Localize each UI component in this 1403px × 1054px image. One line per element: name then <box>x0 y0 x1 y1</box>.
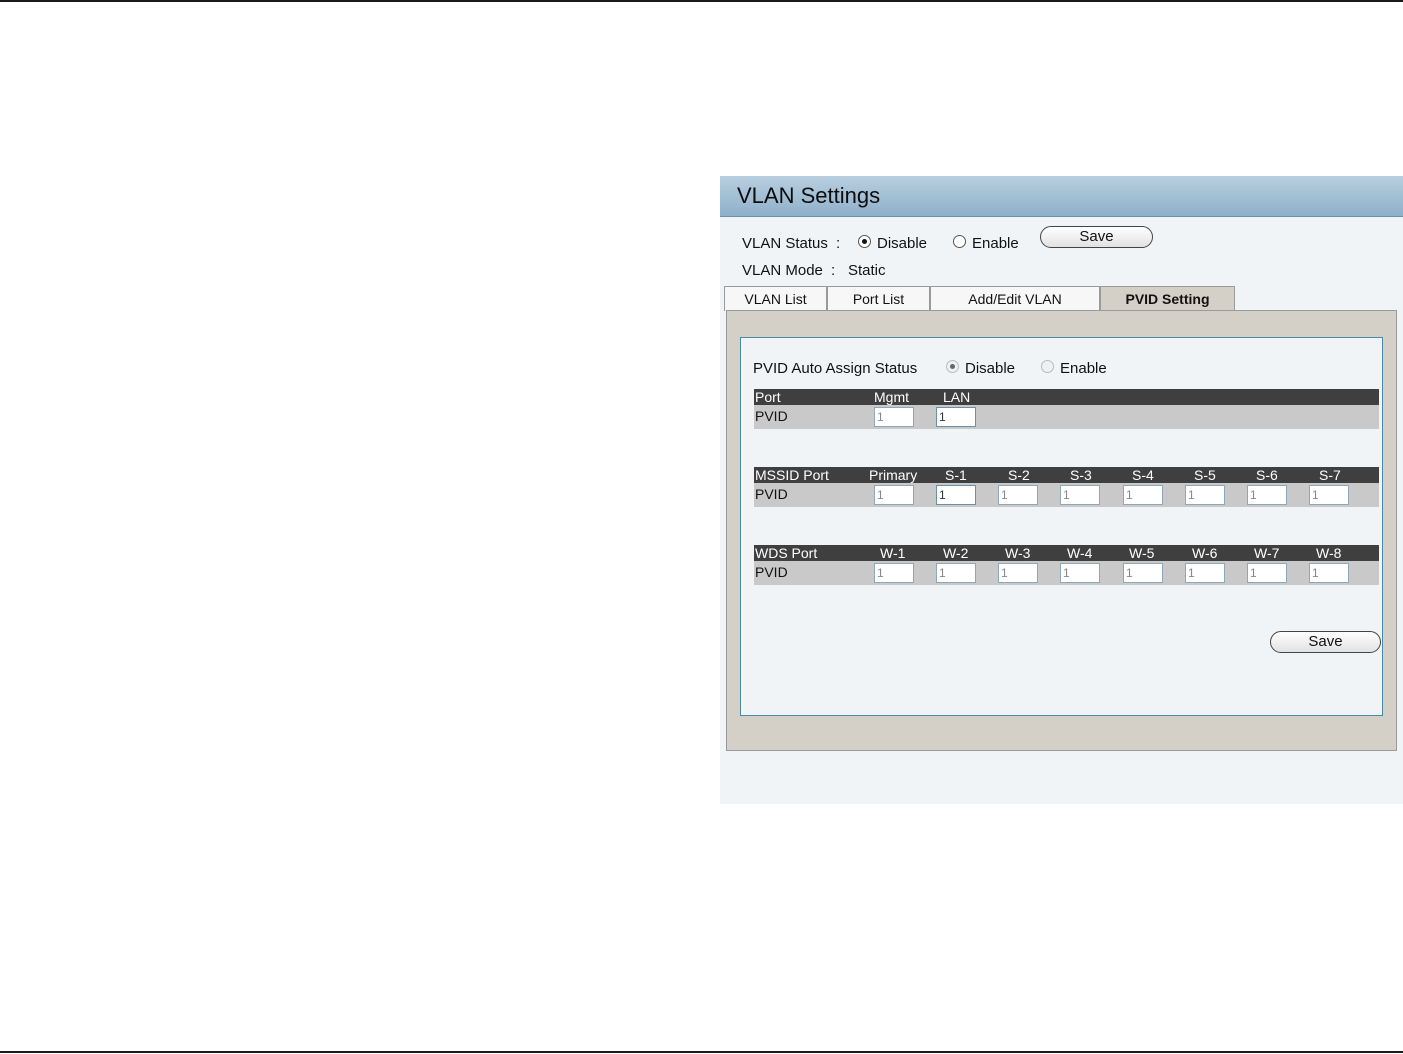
header-w8: W-8 <box>1316 545 1342 561</box>
port-table-pvid-row: PVID <box>754 405 1379 429</box>
mssid-table-header: MSSID Port Primary S-1 S-2 S-3 S-4 S-5 S… <box>754 467 1379 483</box>
tab-pvid-setting[interactable]: PVID Setting <box>1100 286 1235 311</box>
pvid-s1-input[interactable] <box>936 485 976 505</box>
header-s1: S-1 <box>945 467 967 483</box>
header-mgmt: Mgmt <box>874 389 909 405</box>
header-s3: S-3 <box>1070 467 1092 483</box>
pvid-s5-input[interactable] <box>1185 485 1225 505</box>
vlan-mode-label: VLAN Mode <box>742 262 823 279</box>
vlan-status-sep: : <box>836 235 841 252</box>
header-primary: Primary <box>869 467 918 483</box>
header-w2: W-2 <box>943 545 969 561</box>
pvid-row-label: PVID <box>755 408 788 424</box>
pvid-s4-input[interactable] <box>1123 485 1163 505</box>
pvid-setting-tab-body: PVID Auto Assign Status Disable Enable P… <box>726 310 1397 751</box>
tab-add-edit-vlan[interactable]: Add/Edit VLAN <box>930 286 1100 311</box>
pvid-auto-enable-radio[interactable] <box>1041 360 1054 373</box>
header-wds-port: WDS Port <box>755 545 818 561</box>
pvid-primary-input[interactable] <box>874 485 914 505</box>
pvid-auto-disable-radio[interactable] <box>946 360 959 373</box>
header-w6: W-6 <box>1192 545 1218 561</box>
header-port: Port <box>755 389 781 405</box>
pvid-s2-input[interactable] <box>998 485 1038 505</box>
pvid-w8-input[interactable] <box>1309 563 1349 583</box>
pvid-w3-input[interactable] <box>998 563 1038 583</box>
mssid-pvid-table: MSSID Port Primary S-1 S-2 S-3 S-4 S-5 S… <box>754 467 1379 507</box>
pvid-auto-assign-label: PVID Auto Assign Status <box>753 360 918 377</box>
pvid-row-label: PVID <box>755 486 788 502</box>
pvid-settings-box: PVID Auto Assign Status Disable Enable P… <box>740 337 1383 716</box>
vlan-status-save-button[interactable]: Save <box>1040 226 1153 248</box>
vlan-settings-panel: VLAN Settings VLAN Status : Disable Enab… <box>720 176 1403 804</box>
header-s5: S-5 <box>1194 467 1216 483</box>
pvid-row-label: PVID <box>755 564 788 580</box>
vlan-mode-value: Static <box>848 262 886 279</box>
tab-vlan-list[interactable]: VLAN List <box>724 286 827 311</box>
pvid-s3-input[interactable] <box>1060 485 1100 505</box>
wds-table-pvid-row: PVID <box>754 561 1379 585</box>
vlan-status-disable-label: Disable <box>877 235 928 252</box>
vlan-mode-sep: : <box>831 262 836 279</box>
header-mssid-port: MSSID Port <box>755 467 829 483</box>
pvid-s7-input[interactable] <box>1309 485 1349 505</box>
pvid-w1-input[interactable] <box>874 563 914 583</box>
vlan-status-enable-label: Enable <box>972 235 1019 252</box>
top-rule <box>0 0 1403 2</box>
pvid-s6-input[interactable] <box>1247 485 1287 505</box>
pvid-w2-input[interactable] <box>936 563 976 583</box>
header-s7: S-7 <box>1319 467 1341 483</box>
vlan-status-enable-radio[interactable] <box>953 235 966 248</box>
pvid-save-button[interactable]: Save <box>1270 631 1381 653</box>
header-s6: S-6 <box>1256 467 1278 483</box>
header-lan: LAN <box>943 389 971 405</box>
pvid-w6-input[interactable] <box>1185 563 1225 583</box>
port-pvid-table: Port Mgmt LAN PVID <box>754 389 1379 429</box>
header-w3: W-3 <box>1005 545 1031 561</box>
port-table-header: Port Mgmt LAN <box>754 389 1379 405</box>
panel-header: VLAN Settings <box>720 176 1403 217</box>
vlan-status-label: VLAN Status <box>742 235 828 252</box>
mssid-table-pvid-row: PVID <box>754 483 1379 507</box>
pvid-auto-enable-label: Enable <box>1060 360 1107 377</box>
wds-pvid-table: WDS Port W-1 W-2 W-3 W-4 W-5 W-6 W-7 W-8… <box>754 545 1379 585</box>
header-w4: W-4 <box>1067 545 1093 561</box>
header-w1: W-1 <box>880 545 906 561</box>
panel-title: VLAN Settings <box>737 183 881 208</box>
pvid-w4-input[interactable] <box>1060 563 1100 583</box>
pvid-w5-input[interactable] <box>1123 563 1163 583</box>
pvid-auto-disable-label: Disable <box>965 360 1016 377</box>
pvid-w7-input[interactable] <box>1247 563 1287 583</box>
wds-table-header: WDS Port W-1 W-2 W-3 W-4 W-5 W-6 W-7 W-8 <box>754 545 1379 561</box>
vlan-status-disable-radio[interactable] <box>858 235 871 248</box>
header-w7: W-7 <box>1254 545 1280 561</box>
header-s4: S-4 <box>1132 467 1154 483</box>
tab-port-list[interactable]: Port List <box>827 286 930 311</box>
header-s2: S-2 <box>1008 467 1030 483</box>
pvid-mgmt-input[interactable] <box>874 407 914 427</box>
bottom-rule <box>0 1051 1403 1053</box>
pvid-lan-input[interactable] <box>936 407 976 427</box>
header-w5: W-5 <box>1129 545 1155 561</box>
